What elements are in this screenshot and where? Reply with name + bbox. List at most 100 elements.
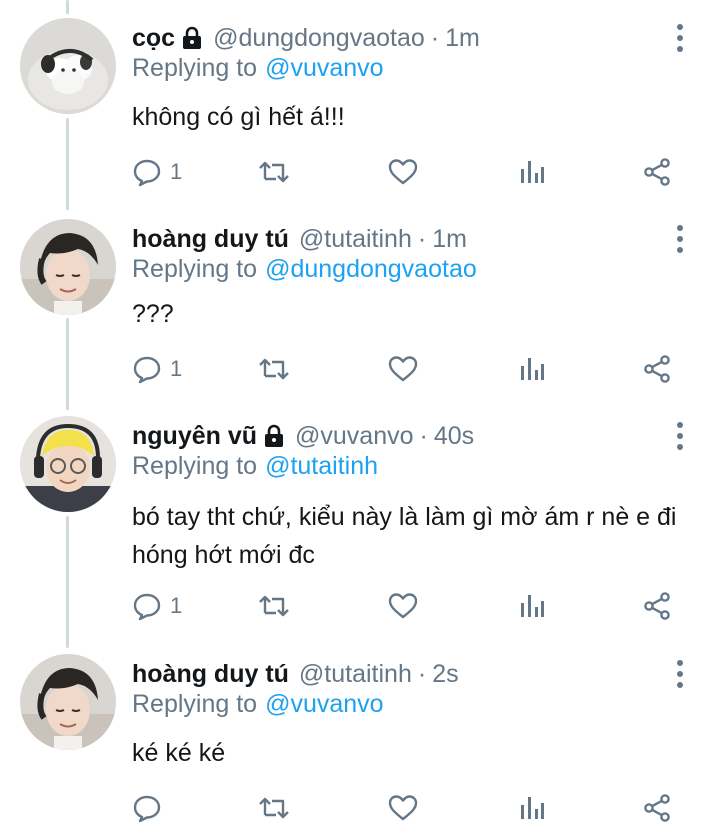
analytics-icon [521,797,544,819]
timestamp[interactable]: 1m [432,225,467,254]
replying-to: Replying to @tutaitinh [132,452,378,481]
tweet-actions: 1 [132,588,692,624]
retweet-icon [259,161,289,183]
avatar[interactable] [20,654,116,750]
reply-icon [133,795,161,823]
reply-button[interactable]: 1 [132,588,182,624]
user-handle[interactable]: @tutaitinh [299,660,412,689]
heart-icon [388,795,418,821]
more-vertical-icon[interactable] [672,223,688,255]
avatar[interactable] [20,219,116,315]
tweet[interactable]: nguyên vũ @vuvanvo · 40s Replying to @tut… [0,416,720,650]
reply-button[interactable]: 1 [132,154,182,190]
separator-dot: · [417,659,427,688]
like-button[interactable] [388,790,418,826]
retweet-icon [259,595,289,617]
avatar[interactable] [20,18,116,114]
replying-to-label: Replying to [132,54,258,82]
share-icon [644,794,670,822]
tweet-header: hoàng duy tú @tutaitinh · 2s [132,656,459,692]
retweet-button[interactable] [258,351,290,387]
share-button[interactable] [642,351,672,387]
analytics-button[interactable] [518,351,546,387]
analytics-icon [521,595,544,617]
like-button[interactable] [388,154,418,190]
analytics-button[interactable] [518,790,546,826]
timestamp[interactable]: 2s [432,660,458,689]
like-button[interactable] [388,351,418,387]
display-name[interactable]: hoàng duy tú [132,660,289,689]
tweet-text: ??? [132,300,174,328]
share-button[interactable] [642,154,672,190]
tweet-text: ké ké ké [132,739,226,767]
mention-link[interactable]: @vuvanvo [265,54,384,82]
reply-icon [133,593,161,621]
tweet-text: không có gì hết á!!! [132,103,345,131]
retweet-icon [259,797,289,819]
timestamp[interactable]: 40s [434,422,474,451]
retweet-button[interactable] [258,588,290,624]
heart-icon [388,356,418,382]
tweet-header: nguyên vũ @vuvanvo · 40s [132,418,474,454]
analytics-button[interactable] [518,154,546,190]
tweet[interactable]: cọc @dungdongvaotao · 1m Replying to @vuv… [0,18,720,210]
lock-icon [263,424,285,448]
replying-to-label: Replying to [132,690,258,718]
mention-link[interactable]: @vuvanvo [265,690,384,718]
display-name[interactable]: nguyên vũ [132,422,257,451]
avatar-image [20,416,116,512]
tweet-text: bó tay tht chứ, kiểu này là làm gì mờ ám… [132,503,677,569]
tweet-header: cọc @dungdongvaotao · 1m [132,20,480,56]
replying-to: Replying to @dungdongvaotao [132,255,477,284]
replying-to-label: Replying to [132,452,258,480]
reply-button[interactable] [132,790,170,826]
reply-button[interactable]: 1 [132,351,182,387]
analytics-icon [521,161,544,183]
tweet-actions: 1 [132,351,692,387]
retweet-button[interactable] [258,790,290,826]
tweet[interactable]: hoàng duy tú @tutaitinh · 2s Replying to… [0,654,720,834]
more-vertical-icon[interactable] [672,420,688,452]
share-button[interactable] [642,588,672,624]
reply-icon [133,356,161,384]
avatar-image [20,219,116,315]
reply-count: 1 [170,593,183,618]
timestamp[interactable]: 1m [445,24,480,53]
more-vertical-icon[interactable] [672,22,688,54]
mention-link[interactable]: @tutaitinh [265,452,378,480]
avatar[interactable] [20,416,116,512]
analytics-icon [521,358,544,380]
avatar-image [20,18,116,114]
tweet[interactable]: hoàng duy tú @tutaitinh · 1m Replying to… [0,219,720,411]
share-icon [644,355,670,383]
separator-dot: · [419,421,428,450]
separator-dot: · [430,23,440,52]
tweet-actions [132,790,692,826]
user-handle[interactable]: @dungdongvaotao [213,24,425,53]
reply-count: 1 [170,356,183,381]
share-button[interactable] [642,790,672,826]
analytics-button[interactable] [518,588,546,624]
retweet-icon [259,358,289,380]
display-name[interactable]: cọc [132,24,175,53]
thread-line [66,0,69,14]
more-vertical-icon[interactable] [672,658,688,690]
retweet-button[interactable] [258,154,290,190]
user-handle[interactable]: @tutaitinh [299,225,412,254]
lock-icon [181,26,203,50]
share-icon [644,158,670,186]
mention-link[interactable]: @dungdongvaotao [265,255,477,283]
replying-to: Replying to @vuvanvo [132,690,384,719]
heart-icon [388,593,418,619]
display-name[interactable]: hoàng duy tú [132,225,289,254]
replying-to-label: Replying to [132,255,258,283]
separator-dot: · [417,224,427,253]
tweet-header: hoàng duy tú @tutaitinh · 1m [132,221,467,257]
like-button[interactable] [388,588,418,624]
share-icon [644,592,670,620]
heart-icon [388,159,418,185]
user-handle[interactable]: @vuvanvo [295,422,414,451]
tweet-actions: 1 [132,154,692,190]
reply-count: 1 [170,159,183,184]
reply-icon [133,159,161,187]
